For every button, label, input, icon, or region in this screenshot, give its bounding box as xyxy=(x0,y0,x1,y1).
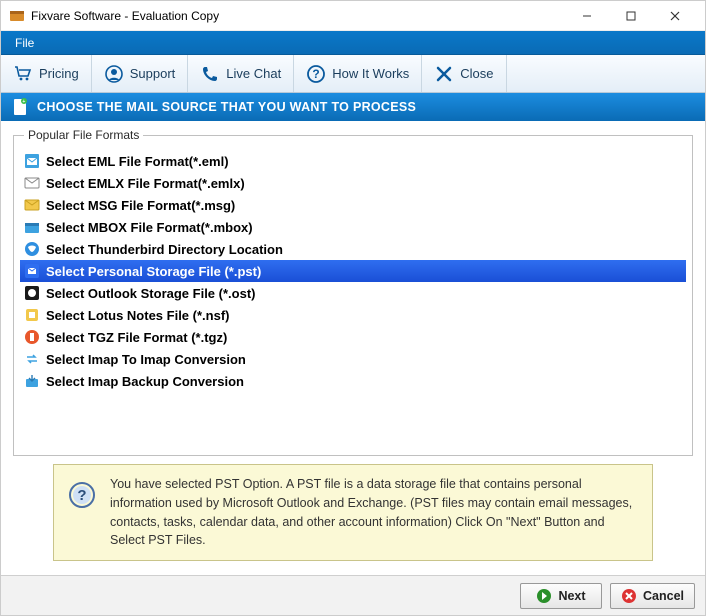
titlebar: Fixvare Software - Evaluation Copy xyxy=(1,1,705,31)
live-chat-button[interactable]: Live Chat xyxy=(188,55,294,92)
list-item-label: Select TGZ File Format (*.tgz) xyxy=(46,330,227,345)
ost-icon xyxy=(24,285,40,301)
how-it-works-button[interactable]: ? How It Works xyxy=(294,55,422,92)
question-icon: ? xyxy=(306,64,326,84)
cancel-button[interactable]: Cancel xyxy=(610,583,695,609)
file-formats-group: Popular File Formats Select EML File For… xyxy=(13,135,693,456)
list-item-label: Select EML File Format(*.eml) xyxy=(46,154,229,169)
list-item-label: Select Personal Storage File (*.pst) xyxy=(46,264,261,279)
list-item-label: Select Outlook Storage File (*.ost) xyxy=(46,286,255,301)
app-icon xyxy=(9,8,25,24)
list-item-emlx[interactable]: Select EMLX File Format(*.emlx) xyxy=(20,172,686,194)
list-item-label: Select EMLX File Format(*.emlx) xyxy=(46,176,245,191)
list-item-mbox[interactable]: Select MBOX File Format(*.mbox) xyxy=(20,216,686,238)
group-title: Popular File Formats xyxy=(24,128,143,142)
menu-file[interactable]: File xyxy=(7,34,42,52)
cart-icon xyxy=(13,64,33,84)
list-item-label: Select Imap Backup Conversion xyxy=(46,374,244,389)
footer: Next Cancel xyxy=(1,575,705,615)
headset-icon xyxy=(104,64,124,84)
msg-icon xyxy=(24,197,40,213)
tgz-icon xyxy=(24,329,40,345)
file-formats-list: Select EML File Format(*.eml) Select EML… xyxy=(18,146,688,396)
list-item-label: Select Imap To Imap Conversion xyxy=(46,352,246,367)
maximize-button[interactable] xyxy=(609,1,653,31)
toolbar: Pricing Support Live Chat ? How It Works… xyxy=(1,55,705,93)
pricing-label: Pricing xyxy=(39,66,79,81)
next-arrow-icon xyxy=(536,588,552,604)
list-item-eml[interactable]: Select EML File Format(*.eml) xyxy=(20,150,686,172)
list-item-imap-backup[interactable]: Select Imap Backup Conversion xyxy=(20,370,686,392)
close-label: Close xyxy=(460,66,493,81)
emlx-icon xyxy=(24,175,40,191)
live-chat-label: Live Chat xyxy=(226,66,281,81)
list-item-label: Select Thunderbird Directory Location xyxy=(46,242,283,257)
svg-text:+: + xyxy=(22,99,25,105)
nsf-icon xyxy=(24,307,40,323)
list-item-thunderbird[interactable]: Select Thunderbird Directory Location xyxy=(20,238,686,260)
close-toolbar-button[interactable]: Close xyxy=(422,55,506,92)
close-icon xyxy=(434,64,454,84)
window-title: Fixvare Software - Evaluation Copy xyxy=(31,9,565,23)
content-area: Popular File Formats Select EML File For… xyxy=(1,121,705,575)
imap-backup-icon xyxy=(24,373,40,389)
next-label: Next xyxy=(558,589,585,603)
next-button[interactable]: Next xyxy=(520,583,602,609)
thunderbird-icon xyxy=(24,241,40,257)
instruction-text: CHOOSE THE MAIL SOURCE THAT YOU WANT TO … xyxy=(37,100,416,114)
info-text: You have selected PST Option. A PST file… xyxy=(110,475,638,550)
list-item-label: Select MBOX File Format(*.mbox) xyxy=(46,220,253,235)
info-icon: ? xyxy=(68,481,96,509)
pricing-button[interactable]: Pricing xyxy=(1,55,92,92)
list-item-pst[interactable]: Select Personal Storage File (*.pst) xyxy=(20,260,686,282)
list-item-tgz[interactable]: Select TGZ File Format (*.tgz) xyxy=(20,326,686,348)
list-item-label: Select MSG File Format(*.msg) xyxy=(46,198,235,213)
eml-icon xyxy=(24,153,40,169)
how-it-works-label: How It Works xyxy=(332,66,409,81)
list-item-msg[interactable]: Select MSG File Format(*.msg) xyxy=(20,194,686,216)
close-window-button[interactable] xyxy=(653,1,697,31)
svg-text:?: ? xyxy=(77,487,86,504)
info-panel: ? You have selected PST Option. A PST fi… xyxy=(53,464,653,561)
menubar: File xyxy=(1,31,705,55)
pst-icon xyxy=(24,263,40,279)
instruction-bar: + CHOOSE THE MAIL SOURCE THAT YOU WANT T… xyxy=(1,93,705,121)
support-label: Support xyxy=(130,66,176,81)
list-item-nsf[interactable]: Select Lotus Notes File (*.nsf) xyxy=(20,304,686,326)
list-item-ost[interactable]: Select Outlook Storage File (*.ost) xyxy=(20,282,686,304)
list-item-imap-to-imap[interactable]: Select Imap To Imap Conversion xyxy=(20,348,686,370)
phone-icon xyxy=(200,64,220,84)
cancel-label: Cancel xyxy=(643,589,684,603)
support-button[interactable]: Support xyxy=(92,55,189,92)
svg-text:?: ? xyxy=(313,67,320,81)
list-item-label: Select Lotus Notes File (*.nsf) xyxy=(46,308,229,323)
document-icon: + xyxy=(11,98,29,116)
mbox-icon xyxy=(24,219,40,235)
minimize-button[interactable] xyxy=(565,1,609,31)
imap-sync-icon xyxy=(24,351,40,367)
cancel-icon xyxy=(621,588,637,604)
